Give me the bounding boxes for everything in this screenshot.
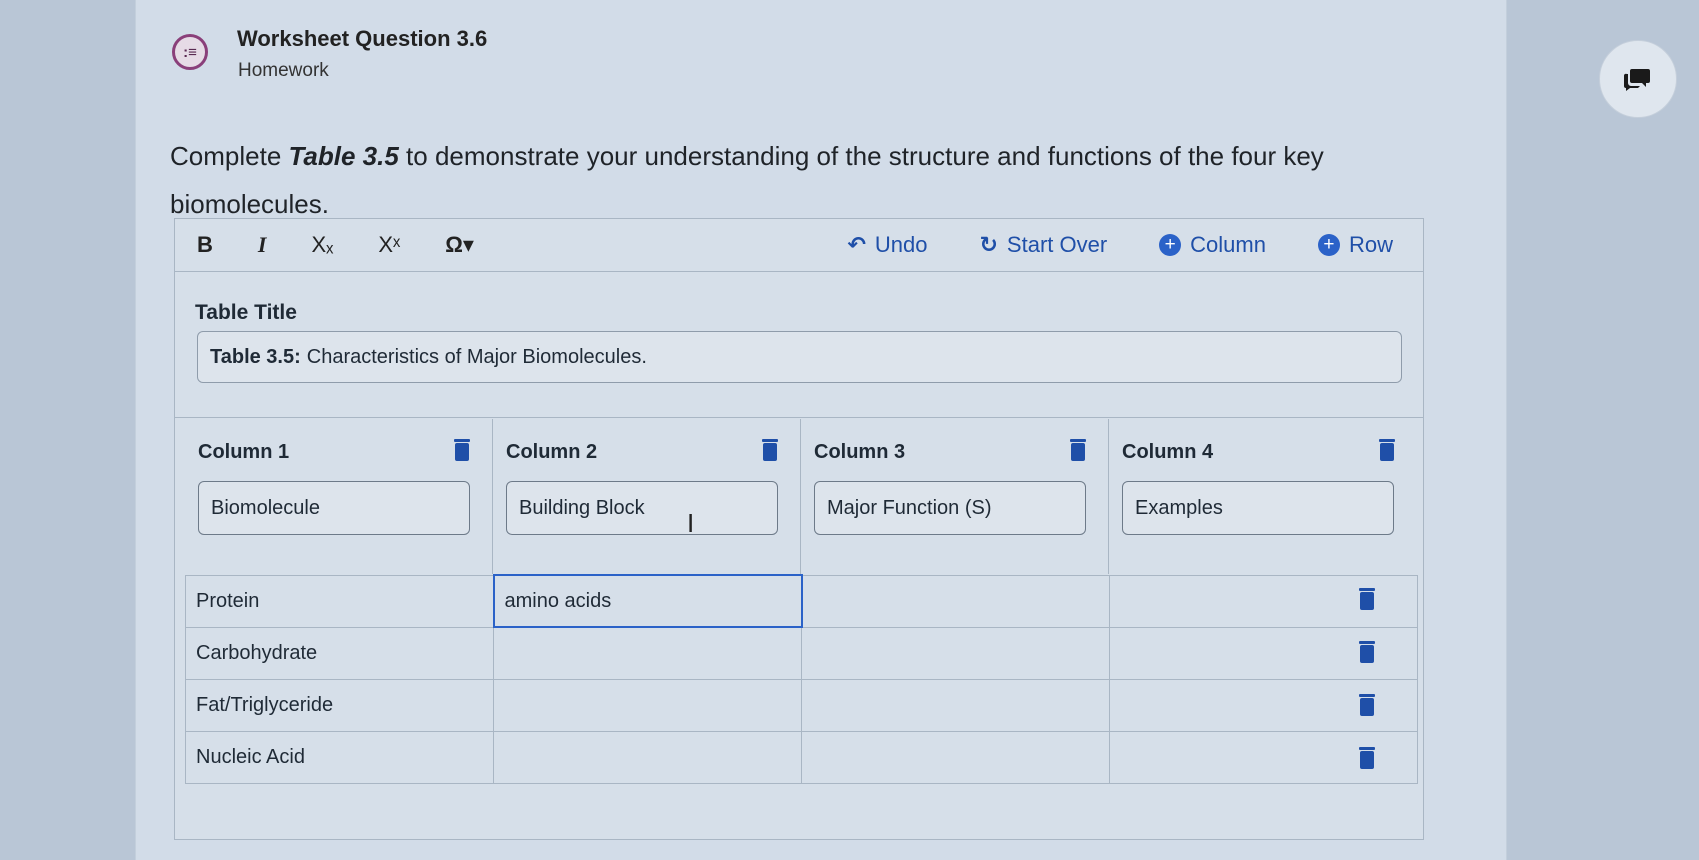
column-header-1: Column 1 Biomolecule	[185, 419, 493, 574]
column-header-4: Column 4 Examples	[1109, 419, 1417, 574]
delete-row-button[interactable]	[1359, 694, 1375, 721]
table-cell[interactable]	[801, 730, 1110, 784]
delete-row-button[interactable]	[1359, 588, 1375, 615]
column-header-input[interactable]: Biomolecule	[198, 481, 470, 535]
table-cell[interactable]: Protein	[185, 574, 494, 628]
table-cell[interactable]	[493, 678, 802, 732]
table-row: Carbohydrate	[185, 626, 1418, 680]
column-header-2: Column 2 Building Block	[493, 419, 801, 574]
delete-column-button[interactable]	[762, 439, 778, 466]
trash-icon	[1379, 439, 1395, 461]
column-header-3: Column 3 Major Function (S)	[801, 419, 1109, 574]
special-characters-button[interactable]: Ω▾	[445, 232, 474, 258]
undo-button[interactable]: ↶ Undo	[847, 232, 927, 258]
delete-row-button[interactable]	[1359, 747, 1375, 774]
trash-icon	[454, 439, 470, 461]
delete-column-button[interactable]	[1379, 439, 1395, 466]
table-title-label: Table Title	[195, 301, 297, 324]
table-reference: Table 3.5	[288, 141, 399, 171]
superscript-button[interactable]: Xˣ	[378, 232, 400, 258]
chat-button[interactable]	[1599, 40, 1677, 118]
question-title: Worksheet Question 3.6	[237, 26, 488, 51]
subscript-button[interactable]: Xₓ	[311, 232, 333, 258]
plus-circle-icon: +	[1159, 234, 1182, 256]
column-header-input[interactable]: Building Block	[506, 481, 778, 535]
add-column-button[interactable]: + Column	[1159, 232, 1266, 258]
column-header-input[interactable]: Examples	[1122, 481, 1394, 535]
table-cell[interactable]	[801, 626, 1110, 680]
undo-icon: ↶	[847, 232, 866, 257]
table-cell[interactable]: Carbohydrate	[185, 626, 494, 680]
delete-column-button[interactable]	[454, 439, 470, 466]
plus-circle-icon: +	[1317, 234, 1340, 256]
trash-icon	[1359, 641, 1375, 663]
trash-icon	[1359, 588, 1375, 610]
trash-icon	[1070, 439, 1086, 461]
question-prompt: Complete Table 3.5 to demonstrate your u…	[170, 141, 1324, 219]
editor-toolbar: B I Xₓ Xˣ Ω▾ ↶ Undo ↻ Start Over + Colum…	[175, 219, 1423, 272]
bold-button[interactable]: B	[197, 232, 213, 258]
add-row-button[interactable]: + Row	[1317, 232, 1393, 258]
trash-icon	[762, 439, 778, 461]
italic-button[interactable]: I	[258, 232, 267, 258]
divider	[175, 417, 1423, 418]
table-row: Protein amino acids	[185, 574, 1418, 628]
table-cell[interactable]	[801, 678, 1110, 732]
refresh-icon: ↻	[979, 232, 998, 257]
list-icon: :≡	[172, 34, 208, 70]
table-cell[interactable]: Fat/Triglyceride	[185, 678, 494, 732]
table-cell[interactable]: amino acids	[492, 574, 803, 628]
delete-column-button[interactable]	[1070, 439, 1086, 466]
column-header-input[interactable]: Major Function (S)	[814, 481, 1086, 535]
trash-icon	[1359, 747, 1375, 769]
text-cursor-icon: I	[687, 508, 695, 538]
table-row: Fat/Triglyceride	[185, 678, 1418, 732]
trash-icon	[1359, 694, 1375, 716]
start-over-button[interactable]: ↻ Start Over	[979, 232, 1107, 258]
table-cell[interactable]	[493, 730, 802, 784]
table-cell[interactable]: Nucleic Acid	[185, 730, 494, 784]
table-editor: B I Xₓ Xˣ Ω▾ ↶ Undo ↻ Start Over + Colum…	[174, 218, 1424, 840]
question-subtitle: Homework	[238, 60, 329, 81]
table-title-input[interactable]: Table 3.5: Characteristics of Major Biom…	[197, 331, 1402, 383]
data-table: Protein amino acids Carbohydrate Fat/Tri…	[185, 574, 1418, 784]
table-cell[interactable]	[801, 574, 1110, 628]
table-cell[interactable]	[493, 626, 802, 680]
table-row: Nucleic Acid	[185, 730, 1418, 784]
delete-row-button[interactable]	[1359, 641, 1375, 668]
chat-bubbles-icon	[1624, 69, 1650, 91]
